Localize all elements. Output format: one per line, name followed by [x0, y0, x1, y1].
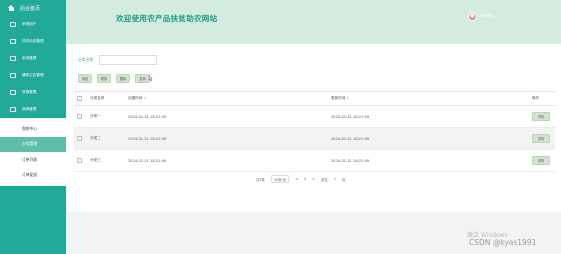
sidebar-submenu: 购物中心 分类管理 订单列表 订单配送: [0, 118, 66, 186]
column-header-updated[interactable]: 更新时间 ⇅: [331, 91, 532, 106]
column-header-created[interactable]: 创建时间 ⇅: [128, 91, 331, 106]
sidebar-subitem-shop[interactable]: 购物中心: [0, 121, 66, 137]
sidebar-item-news[interactable]: 扶贫动态管理: [0, 33, 66, 50]
avatar: [468, 12, 477, 21]
cell-action: 详情: [532, 105, 555, 128]
prev-page-button[interactable]: <: [295, 177, 298, 181]
pagination: 共3条 10条/页 < 1 > 前往 1 页: [256, 175, 345, 183]
table-row: 分类二 2024-01-31 18:21:49 2024-01-31 18:21…: [74, 127, 555, 150]
row-checkbox[interactable]: [77, 157, 82, 163]
cell-name: 分类二: [90, 127, 128, 150]
sidebar-item-label: 系统用户: [22, 22, 37, 26]
sidebar-item-resources[interactable]: 资源管理: [0, 84, 66, 101]
page-suffix: 页: [342, 177, 346, 182]
monitor-icon: [10, 90, 16, 95]
goto-label: 前往: [321, 177, 328, 182]
toolbar: 添加 修改 删除 查询: [78, 74, 150, 83]
cell-action: 详情: [532, 127, 555, 150]
row-select-cell: [74, 149, 90, 172]
cell-created: 2024-01-31 18:21:49: [128, 127, 331, 150]
monitor-icon: [10, 73, 16, 78]
next-page-button[interactable]: >: [312, 177, 315, 181]
main-content: 分类名称： 添加 修改 删除 查询 分类名称 创建时间 ⇅ 更新时间 ⇅ 操作 …: [66, 44, 561, 212]
sidebar-subitem-delivery[interactable]: 订单配送: [0, 168, 66, 184]
sidebar-item-mall[interactable]: 商城管理: [0, 101, 66, 118]
data-table: 分类名称 创建时间 ⇅ 更新时间 ⇅ 操作 分类一 2024-01-31 18:…: [74, 91, 555, 172]
cell-updated: 2024-01-31 18:21:49: [331, 149, 532, 172]
username: admin: [479, 14, 494, 19]
select-all-cell: [74, 91, 90, 106]
csdn-watermark: CSDN @kyas1991: [469, 238, 537, 247]
sidebar-item-label: 扶贫动态管理: [22, 39, 44, 43]
monitor-icon: [10, 56, 16, 61]
sidebar-item-notice[interactable]: 通知公告管理: [0, 67, 66, 84]
cell-name: 分类一: [90, 105, 128, 128]
column-header-updated-label: 更新时间: [331, 96, 346, 100]
table-header-row: 分类名称 创建时间 ⇅ 更新时间 ⇅ 操作: [74, 91, 555, 106]
mouse-cursor-icon: [148, 75, 153, 82]
page-number[interactable]: 1: [304, 177, 306, 181]
sidebar-subitem-orders[interactable]: 订单列表: [0, 152, 66, 168]
cell-updated: 2024-01-31 18:21:49: [331, 127, 532, 150]
search-label: 分类名称：: [78, 57, 97, 62]
monitor-icon: [10, 22, 16, 27]
pagination-total: 共3条: [256, 177, 265, 182]
column-header-name: 分类名称: [90, 91, 128, 106]
row-select-cell: [74, 105, 90, 128]
cell-created: 2024-01-31 18:21:49: [128, 149, 331, 172]
cell-updated: 2024-01-31 18:21:49: [331, 105, 532, 128]
sidebar-home[interactable]: 后台首页: [0, 0, 66, 16]
sidebar-item-system[interactable]: 系统管理: [0, 50, 66, 67]
cell-action: 详情: [532, 149, 555, 172]
table-row: 分类三 2024-01-31 18:21:49 2024-01-31 18:21…: [74, 149, 555, 172]
delete-button[interactable]: 删除: [116, 74, 130, 83]
row-checkbox[interactable]: [77, 113, 82, 119]
cell-name: 分类三: [90, 149, 128, 172]
page-size-select[interactable]: 10条/页: [270, 175, 290, 183]
search-bar: 分类名称：: [78, 55, 157, 65]
monitor-icon: [10, 39, 16, 44]
cell-created: 2024-01-31 18:21:49: [128, 105, 331, 128]
add-button[interactable]: 添加: [78, 74, 92, 83]
detail-button[interactable]: 详情: [532, 134, 550, 143]
user-menu[interactable]: admin: [468, 12, 493, 21]
row-select-cell: [74, 127, 90, 150]
row-checkbox[interactable]: [77, 135, 82, 141]
detail-button[interactable]: 详情: [532, 156, 550, 165]
sidebar-home-label: 后台首页: [20, 5, 41, 12]
category-name-input[interactable]: [98, 55, 157, 65]
goto-page-input[interactable]: 1: [334, 177, 336, 181]
sidebar-item-label: 商城管理: [22, 107, 37, 111]
monitor-icon: [10, 107, 16, 112]
sidebar-subitem-category[interactable]: 分类管理: [0, 136, 66, 152]
sort-icon[interactable]: ⇅: [347, 96, 350, 100]
detail-button[interactable]: 详情: [532, 112, 550, 121]
edit-button[interactable]: 修改: [97, 74, 111, 83]
header: 欢迎使用农产品扶贫助农网站 admin: [66, 0, 561, 44]
sidebar-item-label: 资源管理: [22, 90, 37, 94]
sidebar: 后台首页 系统用户 扶贫动态管理 系统管理 通知公告管理 资源管理 商城管理 购…: [0, 0, 66, 254]
select-all-checkbox[interactable]: [77, 95, 82, 101]
sort-icon[interactable]: ⇅: [144, 96, 147, 100]
home-icon: [8, 4, 15, 12]
column-header-action: 操作: [532, 91, 555, 106]
sidebar-item-users[interactable]: 系统用户: [0, 16, 66, 33]
column-header-created-label: 创建时间: [128, 96, 143, 100]
sidebar-item-label: 系统管理: [22, 56, 37, 60]
welcome-title: 欢迎使用农产品扶贫助农网站: [116, 14, 218, 23]
table-row: 分类一 2024-01-31 18:21:49 2024-01-31 18:21…: [74, 105, 555, 128]
sidebar-item-label: 通知公告管理: [22, 73, 44, 77]
